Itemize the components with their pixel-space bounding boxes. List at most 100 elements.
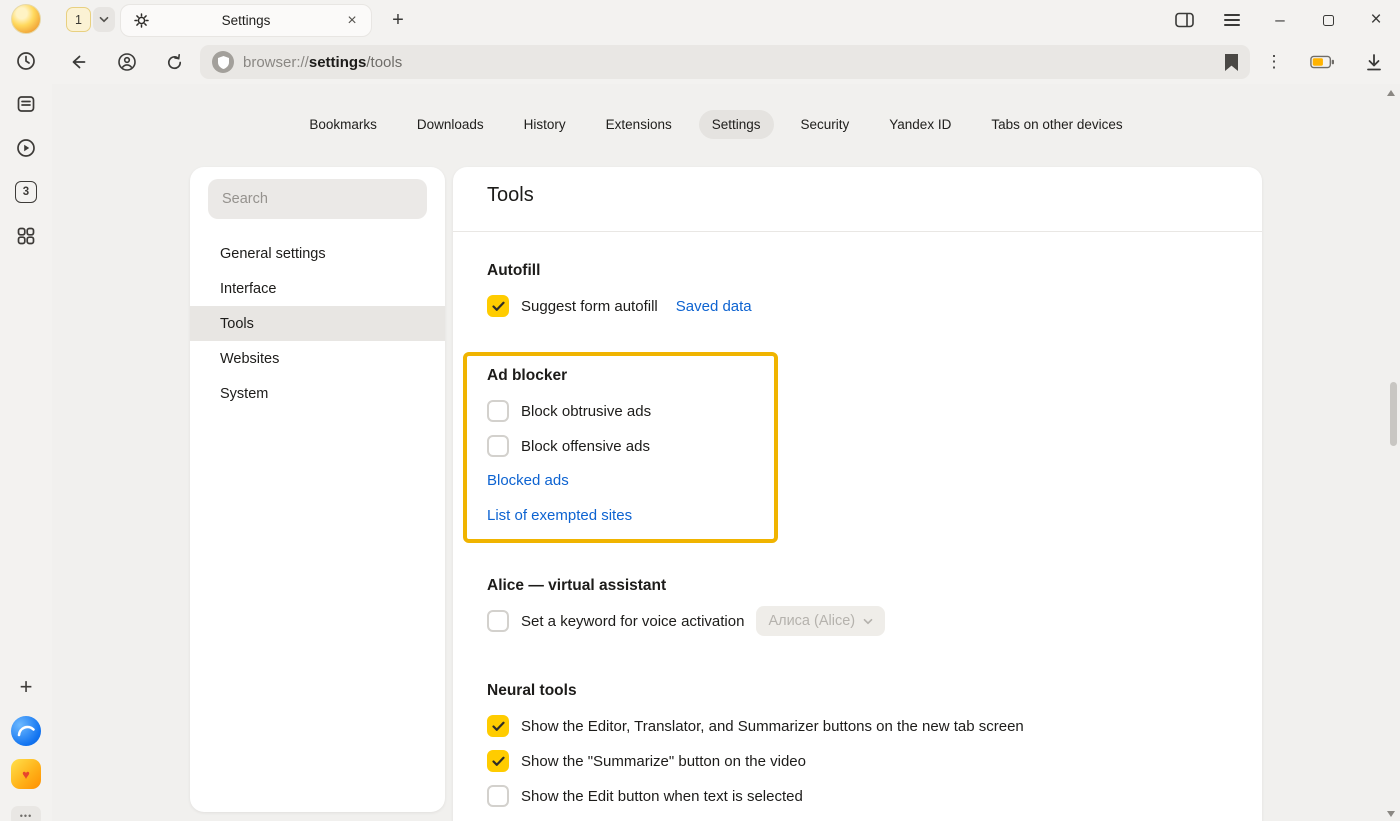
checkbox-label: Show the "Summarize" button on the video (521, 753, 806, 770)
close-window-button[interactable]: × (1352, 0, 1400, 40)
nav-tab-downloads[interactable]: Downloads (404, 110, 497, 139)
dropdown-value: Алиса (Alice) (768, 613, 855, 629)
block-offensive-ads-checkbox[interactable] (487, 435, 509, 457)
ad-blocker-heading: Ad blocker (487, 366, 567, 386)
settings-nav: Bookmarks Downloads History Extensions S… (52, 110, 1380, 139)
side-panel-icon[interactable] (1160, 0, 1208, 40)
checkbox-label: Show the Editor, Translator, and Summari… (521, 718, 1024, 735)
ad-blocker-row-2: Block offensive ads (487, 432, 650, 460)
nav-tab-settings[interactable]: Settings (699, 110, 774, 139)
address-bar[interactable]: browser://settings/tools (200, 45, 1250, 79)
editor-buttons-checkbox[interactable] (487, 715, 509, 737)
url-scheme: browser:// (243, 54, 309, 71)
maximize-button[interactable] (1304, 0, 1352, 40)
tab-counter: 3 (15, 181, 37, 203)
url-host: settings (309, 54, 367, 71)
saved-data-link[interactable]: Saved data (676, 298, 752, 315)
alice-heading: Alice — virtual assistant (487, 576, 666, 596)
browser-app-icon[interactable] (11, 716, 41, 746)
left-rail: 3 + ♥ ••• (0, 0, 52, 821)
avatar-icon (11, 4, 41, 34)
sidebar-item-system[interactable]: System (190, 376, 445, 411)
tab-group-count: 1 (66, 7, 91, 32)
edit-button-checkbox[interactable] (487, 785, 509, 807)
nav-tab-history[interactable]: History (511, 110, 579, 139)
chevron-down-icon[interactable] (93, 7, 115, 32)
maximize-icon (1323, 15, 1334, 26)
alice-row: Set a keyword for voice activation Алиса… (487, 605, 885, 637)
titlebar: 1 Settings × + – × (52, 0, 1400, 40)
divider (453, 231, 1262, 232)
shield-icon[interactable] (212, 51, 234, 73)
checkbox-label: Block offensive ads (521, 438, 650, 455)
tab-title: Settings (149, 13, 343, 28)
downloads-icon[interactable] (1362, 50, 1386, 74)
feed-icon[interactable] (15, 93, 37, 115)
orange-app-icon: ♥ (11, 759, 41, 789)
toolbar-overflow-icon[interactable]: ⋮ (1262, 50, 1286, 74)
scrollbar-thumb[interactable] (1390, 382, 1397, 446)
autofill-row: Suggest form autofill Saved data (487, 292, 752, 320)
tab-close-icon[interactable]: × (343, 12, 361, 30)
refresh-icon[interactable] (162, 50, 186, 74)
nav-tab-yandex-id[interactable]: Yandex ID (876, 110, 964, 139)
autofill-heading: Autofill (487, 261, 540, 281)
scroll-up-arrow[interactable] (1387, 90, 1395, 96)
scroll-down-arrow[interactable] (1387, 811, 1395, 817)
url-path: /tools (366, 54, 402, 71)
page-title: Tools (487, 184, 534, 207)
sidebar-item-tools[interactable]: Tools (190, 306, 445, 341)
settings-page: Bookmarks Downloads History Extensions S… (52, 84, 1400, 821)
more-dots-icon: ••• (11, 806, 41, 821)
nav-tab-security[interactable]: Security (788, 110, 863, 139)
apps-grid-icon[interactable] (15, 225, 37, 247)
toolbar: browser://settings/tools ⋮ (52, 40, 1400, 84)
summarize-video-checkbox[interactable] (487, 750, 509, 772)
window-controls: – × (1160, 0, 1400, 40)
blue-app-icon (11, 716, 41, 746)
checkbox-label: Set a keyword for voice activation (521, 613, 744, 630)
sidebar-item-websites[interactable]: Websites (190, 341, 445, 376)
more-apps-button[interactable]: ••• (11, 806, 41, 821)
history-icon[interactable] (15, 50, 37, 72)
browser-tab-settings[interactable]: Settings × (120, 4, 372, 37)
minimize-button[interactable]: – (1256, 0, 1304, 40)
search-input[interactable] (208, 179, 427, 219)
neural-row-2: Show the "Summarize" button on the video (487, 747, 806, 775)
play-icon[interactable] (15, 137, 37, 159)
voice-keyword-checkbox[interactable] (487, 610, 509, 632)
nav-tab-bookmarks[interactable]: Bookmarks (296, 110, 390, 139)
menu-icon[interactable] (1208, 0, 1256, 40)
neural-row-1: Show the Editor, Translator, and Summari… (487, 712, 1024, 740)
exempted-sites-link[interactable]: List of exempted sites (487, 506, 632, 526)
blocked-ads-link[interactable]: Blocked ads (487, 471, 569, 491)
bookmark-icon[interactable] (1225, 54, 1238, 71)
suggest-autofill-checkbox[interactable] (487, 295, 509, 317)
sidebar-item-interface[interactable]: Interface (190, 271, 445, 306)
hamburger-icon (1224, 14, 1240, 26)
favorites-app-icon[interactable]: ♥ (11, 759, 41, 789)
block-obtrusive-ads-checkbox[interactable] (487, 400, 509, 422)
profile-avatar[interactable] (11, 4, 41, 34)
nav-tab-extensions[interactable]: Extensions (593, 110, 685, 139)
checkbox-label: Suggest form autofill (521, 298, 658, 315)
sidebar-item-general[interactable]: General settings (190, 236, 445, 271)
nav-tab-other-devices[interactable]: Tabs on other devices (978, 110, 1135, 139)
back-button[interactable] (66, 50, 90, 74)
tab-counter-badge[interactable]: 3 (15, 181, 37, 203)
add-panel-button[interactable]: + (20, 676, 33, 698)
ad-blocker-row-1: Block obtrusive ads (487, 397, 651, 425)
url-text: browser://settings/tools (243, 54, 402, 71)
checkbox-label: Block obtrusive ads (521, 403, 651, 420)
tools-content-card: Tools Autofill Suggest form autofill Sav… (453, 167, 1262, 821)
tab-group[interactable]: 1 (66, 7, 115, 32)
new-tab-button[interactable]: + (386, 8, 410, 32)
plus-icon: + (20, 676, 33, 698)
settings-menu-card: General settings Interface Tools Website… (190, 167, 445, 812)
yandex-id-icon[interactable] (115, 50, 139, 74)
checkbox-label: Show the Edit button when text is select… (521, 788, 803, 805)
alice-keyword-dropdown[interactable]: Алиса (Alice) (756, 606, 885, 636)
chevron-down-icon (863, 618, 873, 625)
battery-icon[interactable] (1310, 50, 1334, 74)
gear-icon (134, 13, 149, 28)
